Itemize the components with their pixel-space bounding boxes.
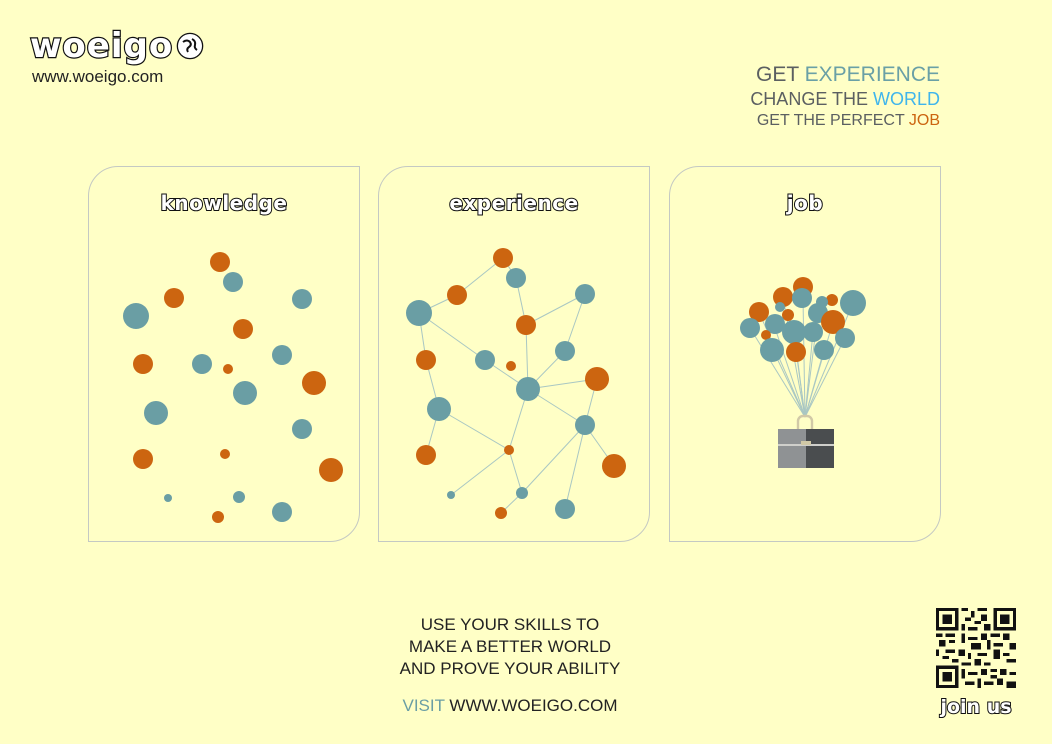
- experience-network-illustration: [406, 248, 626, 519]
- tagline-line-3-highlight: JOB: [908, 112, 940, 129]
- tagline-line-2-prefix: CHANGE THE: [750, 89, 873, 109]
- tagline-line-2-highlight: WORLD: [873, 89, 940, 109]
- network-nodes: [406, 248, 626, 519]
- site-url[interactable]: www.woeigo.com: [32, 67, 163, 87]
- visit-line: VISIT WWW.WOEIGO.COM: [0, 696, 1020, 716]
- join-us-label[interactable]: join us: [934, 695, 1018, 719]
- card-title: job: [786, 190, 824, 216]
- tagline-line-1-prefix: GET: [756, 63, 805, 86]
- card-job: job: [669, 166, 941, 542]
- card-title: knowledge: [160, 190, 288, 216]
- visit-label: VISIT: [402, 696, 445, 715]
- tagline: GET EXPERIENCE CHANGE THE WORLD GET THE …: [750, 62, 940, 132]
- brand-name: woeigo: [29, 25, 174, 67]
- globe-icon: [176, 32, 204, 60]
- card-title: experience: [448, 190, 579, 216]
- knowledge-dots-illustration: [123, 252, 343, 523]
- mission-line-1: USE YOUR SKILLS TO: [420, 615, 600, 634]
- card-knowledge: knowledge: [88, 166, 360, 542]
- tagline-line-1: GET EXPERIENCE: [750, 62, 940, 88]
- tagline-line-3-prefix: GET THE PERFECT: [756, 112, 909, 129]
- tagline-line-3: GET THE PERFECT JOB: [750, 110, 940, 132]
- visit-url[interactable]: WWW.WOEIGO.COM: [449, 696, 617, 715]
- qr-code-icon[interactable]: [936, 608, 1016, 688]
- brand-logo[interactable]: woeigo: [29, 25, 205, 67]
- mission-line-2: MAKE A BETTER WORLD: [408, 637, 612, 656]
- mission-statement: USE YOUR SKILLS TO MAKE A BETTER WORLD A…: [0, 614, 1020, 680]
- tagline-line-1-highlight: EXPERIENCE: [804, 63, 940, 86]
- mission-line-3: AND PROVE YOUR ABILITY: [399, 659, 621, 678]
- card-experience: experience: [378, 166, 650, 542]
- tagline-line-2: CHANGE THE WORLD: [750, 88, 940, 110]
- job-balloons-illustration: [740, 277, 866, 468]
- scattered-dots: [123, 252, 343, 523]
- briefcase-icon: [778, 414, 834, 468]
